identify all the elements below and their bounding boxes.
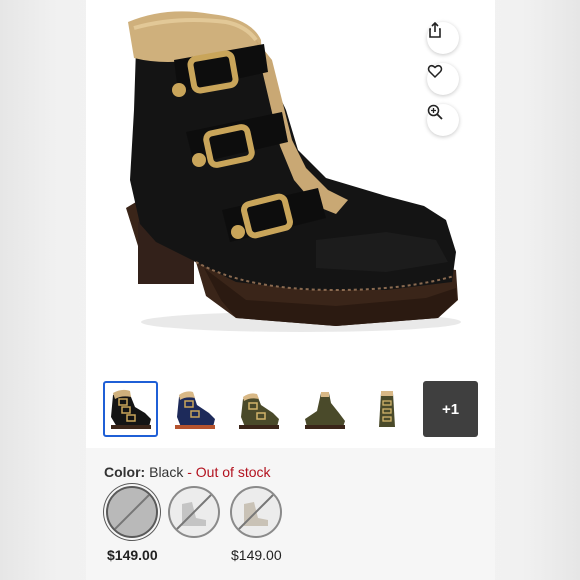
thumbnail-5[interactable] bbox=[359, 381, 414, 437]
zoom-button[interactable] bbox=[427, 104, 459, 136]
product-image[interactable] bbox=[86, 0, 495, 370]
stock-separator: - bbox=[183, 464, 196, 480]
boot-illustration bbox=[126, 11, 461, 332]
favorite-button[interactable] bbox=[427, 63, 459, 95]
color-swatch-navy[interactable] bbox=[168, 486, 220, 538]
stock-status: Out of stock bbox=[195, 464, 271, 480]
thumbnail-strip: +1 bbox=[103, 381, 483, 437]
zoom-in-icon bbox=[427, 104, 443, 120]
share-icon bbox=[429, 22, 441, 38]
thumbnail-2[interactable] bbox=[167, 381, 222, 437]
color-value: Black bbox=[149, 464, 184, 480]
color-swatch-olive[interactable] bbox=[230, 486, 282, 538]
swatch-price-3: $149.00 bbox=[231, 547, 282, 563]
swatch-price-1: $149.00 bbox=[107, 547, 158, 563]
thumbnail-more[interactable]: +1 bbox=[423, 381, 478, 437]
thumbnail-image bbox=[174, 391, 215, 429]
color-options: Color: Black - Out of stock $149.00 $149… bbox=[86, 448, 495, 580]
thumbnail-image bbox=[110, 389, 151, 429]
thumbnail-4[interactable] bbox=[295, 381, 350, 437]
unavailable-slash-icon bbox=[175, 493, 213, 531]
unavailable-slash-icon bbox=[113, 493, 151, 531]
more-images-label: +1 bbox=[441, 400, 460, 418]
color-label: Color: bbox=[104, 464, 146, 480]
color-swatch-black[interactable] bbox=[106, 486, 158, 538]
product-panel: +1 Color: Black - Out of stock $149.00 $… bbox=[86, 0, 495, 580]
color-selection-text: Color: Black - Out of stock bbox=[104, 464, 271, 480]
thumbnail-image bbox=[304, 392, 345, 429]
unavailable-slash-icon bbox=[237, 493, 275, 531]
heart-icon bbox=[427, 64, 443, 79]
thumbnail-image bbox=[378, 391, 395, 427]
share-button[interactable] bbox=[427, 22, 459, 54]
thumbnail-image bbox=[238, 393, 279, 429]
thumbnail-1[interactable] bbox=[103, 381, 158, 437]
thumbnail-3[interactable] bbox=[231, 381, 286, 437]
